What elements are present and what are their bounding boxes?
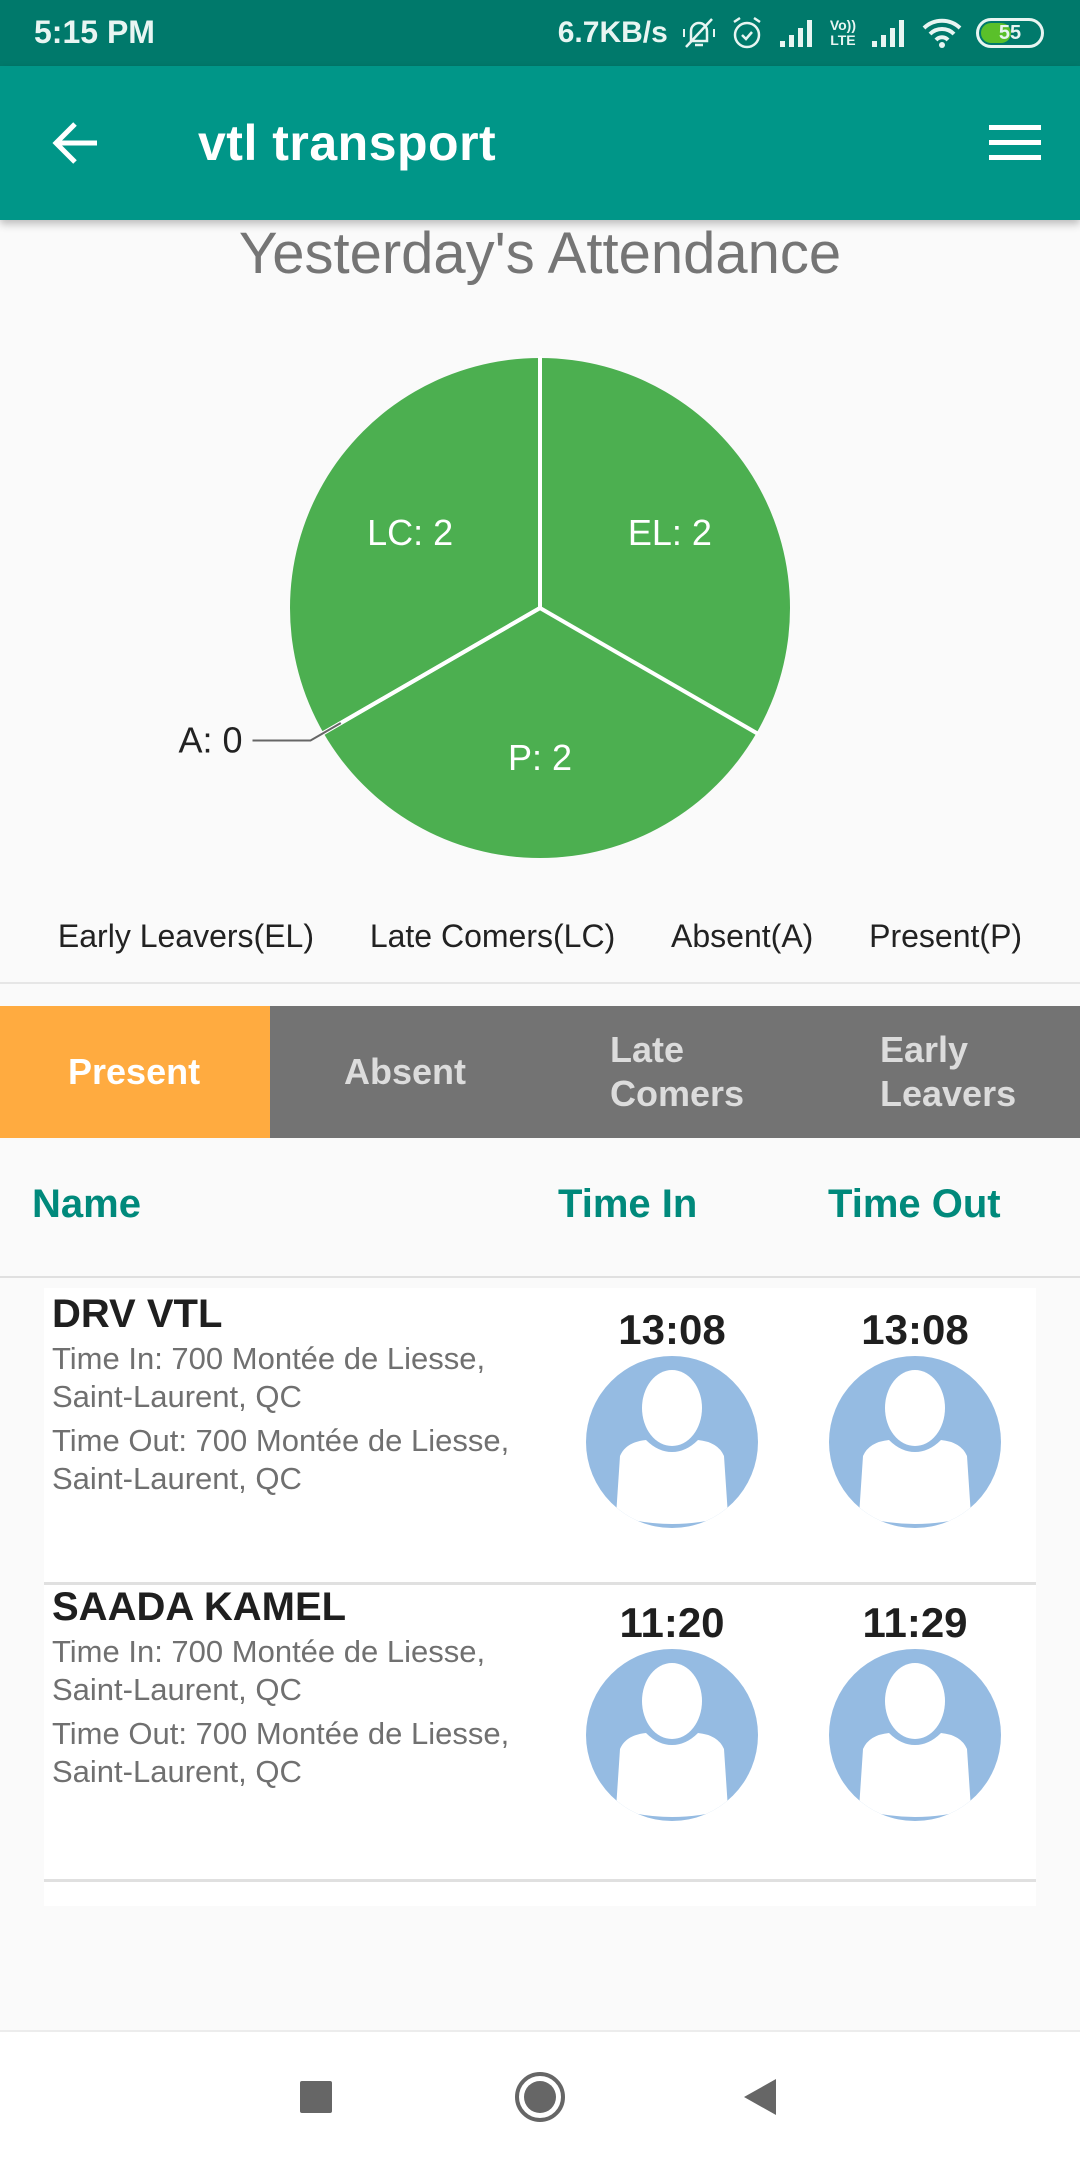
legend-item-early-leavers: Early Leavers(EL) [57,918,314,954]
volte-top: Vo)) [829,17,856,33]
tab-early-leavers-line2: Leavers [880,1073,1017,1114]
recents-button[interactable] [276,2062,356,2132]
time-in-photo[interactable] [586,1649,758,1821]
wifi-icon [922,17,962,49]
tab-early-leavers[interactable]: Early Leavers [810,1006,1080,1138]
pie-label-a: A: 0 [178,720,242,761]
avatar-icon [859,1663,971,1817]
time-in-address: Time In: 700 Montée de Liesse, Saint-Lau… [52,1634,486,1707]
tab-late-comers-line2: Comers [610,1073,745,1114]
tab-late-comers-line1: Late [610,1029,685,1070]
signal-icon [778,17,816,49]
recents-square-icon [300,2081,332,2113]
legend-item-absent: Absent(A) [671,918,814,954]
tab-present-label: Present [68,1051,201,1092]
bell-off-icon [682,15,716,51]
divider [0,982,1080,984]
time-out-value: 13:08 [861,1306,969,1353]
tab-late-comers[interactable]: Late Comers [540,1006,810,1138]
avatar-icon [616,1663,728,1817]
battery-icon: 55 [976,18,1044,48]
header-name: Name [32,1182,141,1226]
pie-label-lc: LC: 2 [367,512,453,553]
app-title: vtl transport [198,115,497,171]
list-item[interactable]: DRV VTL Time In: 700 Montée de Liesse, S… [44,1288,1036,1585]
time-in-value: 11:20 [619,1599,725,1646]
pie-chart: EL: 2 P: 2 A: 0 LC: 2 [0,330,1080,890]
list-tail [44,1882,1036,1906]
menu-button[interactable] [980,112,1050,174]
hamburger-menu-icon [989,125,1041,160]
header-time-in: Time In [558,1182,698,1226]
time-out-address: Time Out: 700 Montée de Liesse, Saint-La… [52,1716,510,1789]
home-circle-icon [515,2072,565,2122]
attendance-tabs: Present Absent Late Comers Early Leavers [0,1006,1080,1138]
time-in-photo[interactable] [586,1356,758,1528]
status-time: 5:15 PM [34,14,155,50]
employee-name: DRV VTL [52,1292,223,1336]
status-bar: 5:15 PM 6.7KB/s Vo)) LTE 55 [0,0,1080,66]
signal-icon-2 [870,17,908,49]
time-in-value: 13:08 [618,1306,726,1353]
header-divider [0,1276,1080,1278]
time-out-photo[interactable] [829,1356,1001,1528]
back-triangle-icon [744,2079,776,2115]
list-header: Name Time In Time Out [0,1138,1080,1278]
chart-title: Yesterday's Attendance [238,221,842,286]
volte-bottom: LTE [830,32,856,48]
tab-absent[interactable]: Absent [270,1006,540,1138]
employee-name: SAADA KAMEL [52,1585,347,1629]
header-time-out: Time Out [828,1182,1001,1226]
avatar-icon [616,1370,728,1524]
network-speed: 6.7KB/s [557,16,668,49]
back-nav-button[interactable] [720,2062,800,2132]
status-icons: 6.7KB/s Vo)) LTE 55 [558,10,1044,56]
time-out-value: 11:29 [862,1599,968,1646]
attendance-list: DRV VTL Time In: 700 Montée de Liesse, S… [44,1288,1036,1906]
tab-absent-label: Absent [344,1051,467,1092]
time-out-address: Time Out: 700 Montée de Liesse, Saint-La… [52,1423,510,1496]
alarm-icon [730,15,764,51]
volte-icon: Vo)) LTE [830,18,856,48]
time-in-address: Time In: 700 Montée de Liesse, Saint-Lau… [52,1341,486,1414]
time-out-photo[interactable] [829,1649,1001,1821]
pie-label-el: EL: 2 [628,512,712,553]
tab-present[interactable]: Present [0,1006,270,1138]
tab-early-leavers-line1: Early [880,1029,969,1070]
battery-level: 55 [998,22,1022,44]
legend-item-present: Present(P) [869,918,1023,954]
pie-label-p: P: 2 [508,737,572,778]
list-item[interactable]: SAADA KAMEL Time In: 700 Montée de Liess… [44,1585,1036,1882]
app-bar: vtl transport [0,66,1080,220]
avatar-icon [859,1370,971,1524]
arrow-left-icon [52,122,97,164]
back-button[interactable] [40,112,110,174]
pie-chart-svg: EL: 2 P: 2 A: 0 LC: 2 [178,356,791,858]
chart-legend: Early Leavers(EL) Late Comers(LC) Absent… [0,918,1080,974]
legend-item-late-comers: Late Comers(LC) [369,918,616,954]
system-nav-bar [0,2030,1080,2160]
home-button[interactable] [500,2062,580,2132]
